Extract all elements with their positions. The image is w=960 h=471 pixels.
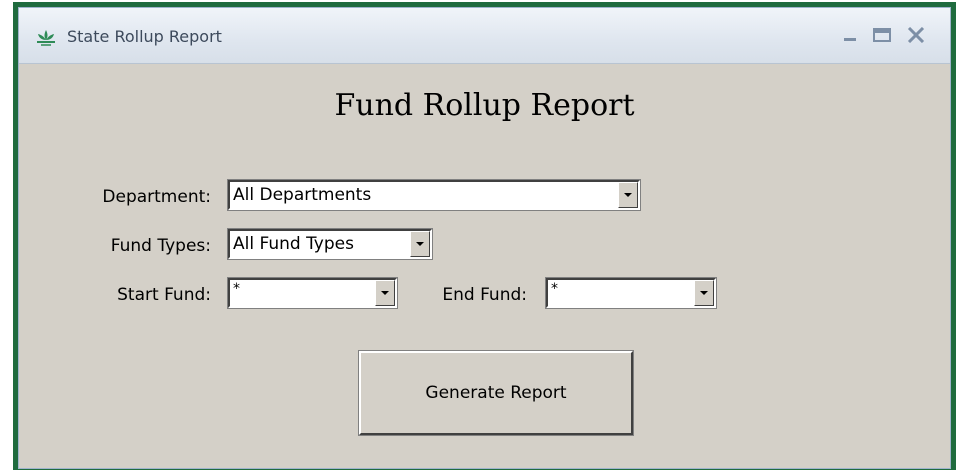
chevron-down-icon [416,242,424,246]
maximize-icon [873,28,891,42]
fund-types-value: All Fund Types [233,234,354,254]
chevron-down-icon [624,193,632,197]
page-title: Fund Rollup Report [334,88,635,123]
fund-types-dropdown-button[interactable] [410,231,430,257]
report-window: State Rollup Report Fund Rollup Report D… [18,7,951,469]
maximize-button[interactable] [871,24,893,46]
department-combo[interactable]: All Departments [227,179,641,211]
window-title: State Rollup Report [67,27,222,46]
end-fund-label: End Fund: [442,285,527,305]
lotus-icon [37,30,55,46]
department-value: All Departments [233,185,372,205]
start-fund-dropdown-button[interactable] [375,280,395,306]
department-dropdown-button[interactable] [618,182,638,208]
form-panel: Fund Rollup Report Department: All Depar… [25,64,944,468]
start-fund-label: Start Fund: [117,285,211,305]
chevron-down-icon [700,291,708,295]
chevron-down-icon [381,291,389,295]
end-fund-value: * [551,281,558,297]
start-fund-value: * [233,281,240,297]
department-label: Department: [102,187,211,207]
title-bar[interactable]: State Rollup Report [19,8,950,64]
close-icon [907,27,925,43]
generate-report-button[interactable]: Generate Report [358,350,634,436]
minimize-icon [844,38,856,41]
end-fund-combo[interactable]: * [545,277,717,309]
minimize-button[interactable] [839,24,861,46]
fund-types-label: Fund Types: [110,236,211,256]
start-fund-combo[interactable]: * [227,277,398,309]
close-button[interactable] [905,24,927,46]
fund-types-combo[interactable]: All Fund Types [227,228,433,260]
end-fund-dropdown-button[interactable] [694,280,714,306]
